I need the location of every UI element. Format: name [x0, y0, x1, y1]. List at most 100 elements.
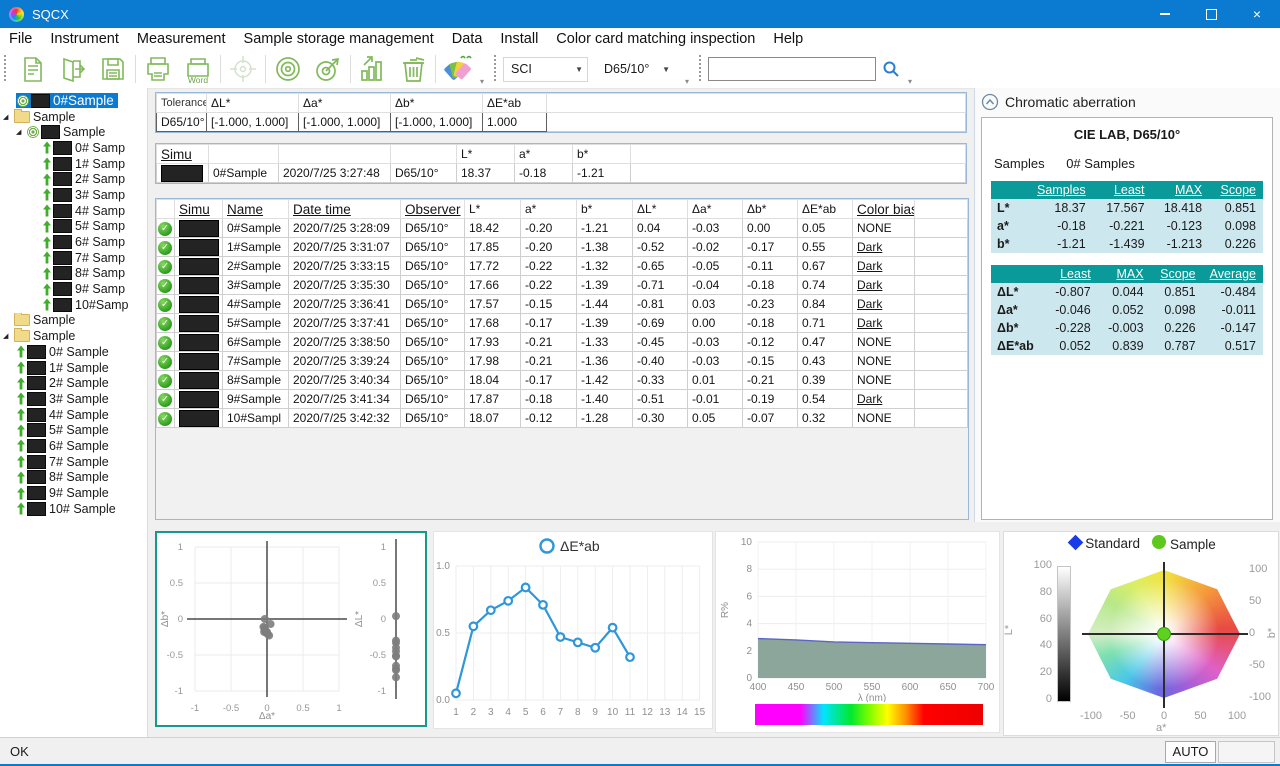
- color-palette-button[interactable]: [438, 52, 478, 86]
- table-row[interactable]: ✓6#Sample2020/7/25 3:38:50D65/10°17.93-0…: [157, 333, 968, 352]
- column-header[interactable]: [157, 200, 175, 219]
- target-measure-button[interactable]: [223, 52, 263, 86]
- table-row[interactable]: ✓0#Sample2020/7/25 3:28:09D65/10°18.42-0…: [157, 219, 968, 238]
- expand-arrow-icon[interactable]: ◢: [3, 113, 14, 121]
- search-button[interactable]: [876, 52, 906, 86]
- menu-install[interactable]: Install: [491, 31, 547, 47]
- tree-item-sample[interactable]: ◢Sample: [0, 124, 147, 140]
- color-bias-value[interactable]: Dark: [857, 259, 882, 273]
- column-header[interactable]: Δa*: [688, 200, 743, 219]
- color-bias-value[interactable]: Dark: [857, 392, 882, 406]
- column-header[interactable]: b*: [577, 200, 633, 219]
- tree-item-10-sample[interactable]: 10# Sample: [0, 501, 147, 517]
- color-bias-value[interactable]: Dark: [857, 278, 882, 292]
- export-word-button[interactable]: Word: [178, 52, 218, 86]
- column-header[interactable]: Least: [1093, 181, 1152, 199]
- tree-item-10-samp[interactable]: 10#Samp: [0, 297, 147, 313]
- menu-help[interactable]: Help: [764, 31, 812, 47]
- menu-data[interactable]: Data: [443, 31, 492, 47]
- calibration-button[interactable]: [268, 52, 308, 86]
- expand-arrow-icon[interactable]: ◢: [3, 332, 14, 340]
- mode-select[interactable]: SCI ▼: [503, 57, 588, 82]
- column-header[interactable]: Least: [1043, 265, 1097, 283]
- menu-color-card-matching-inspection[interactable]: Color card matching inspection: [547, 31, 764, 47]
- tree-item-9-sample[interactable]: 9# Sample: [0, 485, 147, 501]
- tree-item-4-sample[interactable]: 4# Sample: [0, 407, 147, 423]
- menu-measurement[interactable]: Measurement: [128, 31, 235, 47]
- column-header[interactable]: [991, 181, 1022, 199]
- tree-item-1-samp[interactable]: 1# Samp: [0, 156, 147, 172]
- tree-item-1-sample[interactable]: 1# Sample: [0, 360, 147, 376]
- tree-item-0-sample[interactable]: 0# Sample: [0, 344, 147, 360]
- tree-item-0-samp[interactable]: 0# Samp: [0, 140, 147, 156]
- toolbar-grip[interactable]: [4, 55, 8, 83]
- column-header[interactable]: MAX: [1098, 265, 1151, 283]
- table-row[interactable]: ✓7#Sample2020/7/25 3:39:24D65/10°17.98-0…: [157, 352, 968, 371]
- column-header[interactable]: [631, 145, 966, 164]
- tree-item-6-sample[interactable]: 6# Sample: [0, 438, 147, 454]
- column-header[interactable]: ΔE*ab: [483, 94, 547, 113]
- column-header[interactable]: L*: [465, 200, 521, 219]
- tree-item-6-samp[interactable]: 6# Samp: [0, 234, 147, 250]
- tree-item-8-samp[interactable]: 8# Samp: [0, 266, 147, 282]
- column-header[interactable]: Δb*: [743, 200, 798, 219]
- table-row[interactable]: ✓1#Sample2020/7/25 3:31:07D65/10°17.85-0…: [157, 238, 968, 257]
- export-button[interactable]: [53, 52, 93, 86]
- table-row[interactable]: ✓10#Sampl2020/7/25 3:42:32D65/10°18.07-0…: [157, 409, 968, 428]
- maximize-button[interactable]: [1188, 0, 1234, 28]
- gamut-chart-panel[interactable]: StandardSample100806040200L*100500-50-10…: [1003, 531, 1279, 736]
- tree-item-sample[interactable]: ◢Sample: [0, 328, 147, 344]
- color-bias-value[interactable]: Dark: [857, 316, 882, 330]
- new-document-button[interactable]: [13, 52, 53, 86]
- column-header[interactable]: Samples: [1022, 181, 1092, 199]
- table-row[interactable]: ✓8#Sample2020/7/25 3:40:34D65/10°18.04-0…: [157, 371, 968, 390]
- toolbar-overflow-icon[interactable]: ▾: [685, 77, 689, 86]
- illuminant-select[interactable]: D65/10° ▼: [596, 57, 675, 82]
- auto-button[interactable]: AUTO: [1165, 741, 1216, 763]
- tree-item-sample[interactable]: ◢Sample: [0, 109, 147, 125]
- close-button[interactable]: ×: [1234, 0, 1280, 28]
- column-header[interactable]: Simu: [175, 200, 223, 219]
- spectrum-chart-panel[interactable]: 0246810400450500550600650700λ (nm)R%: [715, 531, 1000, 733]
- column-header[interactable]: Scope: [1151, 265, 1203, 283]
- tree-item-7-sample[interactable]: 7# Sample: [0, 454, 147, 470]
- table-row[interactable]: ✓3#Sample2020/7/25 3:35:30D65/10°17.66-0…: [157, 276, 968, 295]
- column-header[interactable]: [391, 145, 457, 164]
- panel-header[interactable]: Chromatic aberration: [975, 88, 1280, 115]
- tree-item-2-samp[interactable]: 2# Samp: [0, 171, 147, 187]
- table-row[interactable]: ✓5#Sample2020/7/25 3:37:41D65/10°17.68-0…: [157, 314, 968, 333]
- column-header[interactable]: ΔE*ab: [798, 200, 853, 219]
- delta-e-chart-panel[interactable]: 0.00.51.0123456789101112131415ΔE*ab: [433, 531, 713, 729]
- statistics-button[interactable]: [353, 52, 393, 86]
- menu-sample-storage-management[interactable]: Sample storage management: [235, 31, 443, 47]
- collapse-chevron-icon[interactable]: [981, 93, 999, 111]
- column-header[interactable]: Tolerance: [157, 94, 207, 113]
- scatter-chart-panel[interactable]: -1-1-0.5-0.5000.50.511Δa*Δb*-1-0.500.51Δ…: [155, 531, 427, 727]
- tree-item-5-samp[interactable]: 5# Samp: [0, 219, 147, 235]
- toolbar-overflow-icon[interactable]: ▾: [480, 77, 484, 86]
- column-header[interactable]: Simu: [157, 145, 209, 164]
- column-header[interactable]: Date time: [289, 200, 401, 219]
- tree-item-7-samp[interactable]: 7# Samp: [0, 250, 147, 266]
- tree-item-0-sample[interactable]: 0#Sample: [0, 93, 147, 109]
- column-header[interactable]: Observer: [401, 200, 465, 219]
- column-header[interactable]: a*: [515, 145, 573, 164]
- column-header[interactable]: Δb*: [391, 94, 483, 113]
- table-row[interactable]: ✓2#Sample2020/7/25 3:33:15D65/10°17.72-0…: [157, 257, 968, 276]
- table-row[interactable]: ✓4#Sample2020/7/25 3:36:41D65/10°17.57-0…: [157, 295, 968, 314]
- toolbar-grip[interactable]: [494, 55, 498, 83]
- column-header[interactable]: Scope: [1209, 181, 1263, 199]
- column-header[interactable]: b*: [573, 145, 631, 164]
- column-header[interactable]: Name: [223, 200, 289, 219]
- delete-button[interactable]: [393, 52, 433, 86]
- column-header[interactable]: L*: [457, 145, 515, 164]
- column-header[interactable]: a*: [521, 200, 577, 219]
- tree-item-8-sample[interactable]: 8# Sample: [0, 470, 147, 486]
- search-input[interactable]: [708, 57, 876, 81]
- column-header[interactable]: ΔL*: [633, 200, 688, 219]
- menu-file[interactable]: File: [0, 31, 41, 47]
- table-row[interactable]: ✓9#Sample2020/7/25 3:41:34D65/10°17.87-0…: [157, 390, 968, 409]
- tree-item-5-sample[interactable]: 5# Sample: [0, 422, 147, 438]
- column-header[interactable]: [915, 200, 968, 219]
- column-header[interactable]: MAX: [1152, 181, 1210, 199]
